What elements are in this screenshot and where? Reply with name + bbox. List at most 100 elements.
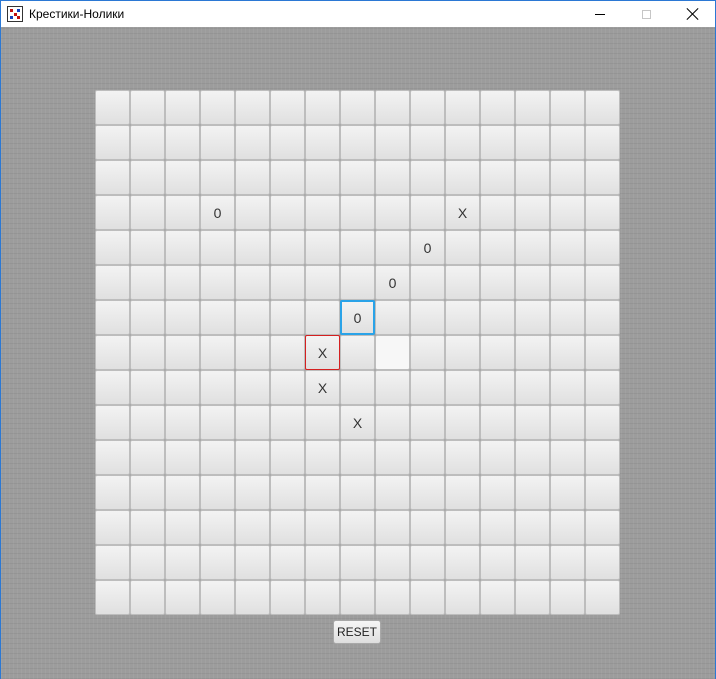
board-cell[interactable]: [410, 265, 445, 300]
board-cell[interactable]: [95, 195, 130, 230]
board-cell[interactable]: [480, 125, 515, 160]
board-cell[interactable]: [515, 300, 550, 335]
board-cell[interactable]: [235, 580, 270, 615]
board-cell[interactable]: [585, 160, 620, 195]
board-cell[interactable]: [340, 230, 375, 265]
board-cell[interactable]: [340, 440, 375, 475]
board-cell[interactable]: [550, 405, 585, 440]
board-cell[interactable]: [340, 125, 375, 160]
board-cell[interactable]: [235, 370, 270, 405]
board-cell[interactable]: [550, 370, 585, 405]
board-cell[interactable]: [270, 510, 305, 545]
board-cell[interactable]: [550, 160, 585, 195]
board-cell[interactable]: [515, 125, 550, 160]
board-cell[interactable]: [550, 265, 585, 300]
board-cell[interactable]: 0: [340, 300, 375, 335]
board-cell[interactable]: [550, 125, 585, 160]
board-cell[interactable]: [585, 125, 620, 160]
board-cell[interactable]: [235, 160, 270, 195]
board-cell[interactable]: [585, 440, 620, 475]
board-cell[interactable]: [375, 335, 410, 370]
board-cell[interactable]: [200, 405, 235, 440]
board-cell[interactable]: [480, 510, 515, 545]
board-cell[interactable]: [340, 475, 375, 510]
board-cell[interactable]: [480, 300, 515, 335]
board-cell[interactable]: [480, 90, 515, 125]
board-cell[interactable]: [305, 580, 340, 615]
board-cell[interactable]: [410, 195, 445, 230]
board-cell[interactable]: [200, 300, 235, 335]
board-cell[interactable]: [165, 300, 200, 335]
board-cell[interactable]: [550, 230, 585, 265]
board-cell[interactable]: [445, 265, 480, 300]
board-cell[interactable]: [130, 475, 165, 510]
board-cell[interactable]: [515, 265, 550, 300]
board-cell[interactable]: X: [340, 405, 375, 440]
board-cell[interactable]: [200, 440, 235, 475]
board-cell[interactable]: [235, 90, 270, 125]
board-cell[interactable]: [165, 370, 200, 405]
board-cell[interactable]: [585, 230, 620, 265]
board-cell[interactable]: [130, 405, 165, 440]
board-cell[interactable]: [480, 545, 515, 580]
board-cell[interactable]: [340, 580, 375, 615]
board-cell[interactable]: [95, 370, 130, 405]
board-cell[interactable]: [165, 475, 200, 510]
board-cell[interactable]: [340, 195, 375, 230]
board-cell[interactable]: [305, 510, 340, 545]
board-cell[interactable]: [200, 510, 235, 545]
board-cell[interactable]: [340, 265, 375, 300]
minimize-button[interactable]: [577, 1, 623, 27]
board-cell[interactable]: [235, 195, 270, 230]
board-cell[interactable]: [165, 545, 200, 580]
board-cell[interactable]: [585, 195, 620, 230]
board-cell[interactable]: [130, 90, 165, 125]
board-cell[interactable]: [305, 405, 340, 440]
board-cell[interactable]: [585, 580, 620, 615]
board-cell[interactable]: [95, 300, 130, 335]
board-cell[interactable]: [305, 160, 340, 195]
board-cell[interactable]: [375, 405, 410, 440]
board-cell[interactable]: [515, 545, 550, 580]
board-cell[interactable]: [270, 405, 305, 440]
board-cell[interactable]: [480, 370, 515, 405]
board-cell[interactable]: [410, 405, 445, 440]
board-cell[interactable]: [235, 475, 270, 510]
board-cell[interactable]: [95, 580, 130, 615]
board-cell[interactable]: [165, 90, 200, 125]
board-cell[interactable]: [95, 475, 130, 510]
board-cell[interactable]: [410, 580, 445, 615]
board-cell[interactable]: [375, 125, 410, 160]
board-cell[interactable]: [270, 370, 305, 405]
board-cell[interactable]: [95, 230, 130, 265]
board-cell[interactable]: [375, 545, 410, 580]
board-cell[interactable]: [515, 405, 550, 440]
board-cell[interactable]: [550, 580, 585, 615]
board-cell[interactable]: [585, 90, 620, 125]
board-cell[interactable]: [270, 160, 305, 195]
board-cell[interactable]: [445, 405, 480, 440]
title-bar[interactable]: Крестики-Нолики: [1, 1, 715, 27]
board-cell[interactable]: [445, 370, 480, 405]
board-cell[interactable]: [585, 405, 620, 440]
board-cell[interactable]: [235, 405, 270, 440]
board-cell[interactable]: [165, 195, 200, 230]
board-cell[interactable]: [375, 160, 410, 195]
board-cell[interactable]: [95, 545, 130, 580]
board-cell[interactable]: [585, 510, 620, 545]
board-cell[interactable]: [515, 90, 550, 125]
board-cell[interactable]: [200, 230, 235, 265]
board-cell[interactable]: [410, 545, 445, 580]
board-cell[interactable]: X: [305, 335, 340, 370]
board-cell[interactable]: [515, 160, 550, 195]
board-cell[interactable]: [200, 370, 235, 405]
board-cell[interactable]: [165, 265, 200, 300]
board-cell[interactable]: [95, 90, 130, 125]
board-cell[interactable]: [165, 160, 200, 195]
board-cell[interactable]: [200, 90, 235, 125]
board-cell[interactable]: [270, 440, 305, 475]
board-cell[interactable]: [410, 160, 445, 195]
board-cell[interactable]: [550, 90, 585, 125]
board-cell[interactable]: [585, 335, 620, 370]
board-cell[interactable]: [130, 370, 165, 405]
